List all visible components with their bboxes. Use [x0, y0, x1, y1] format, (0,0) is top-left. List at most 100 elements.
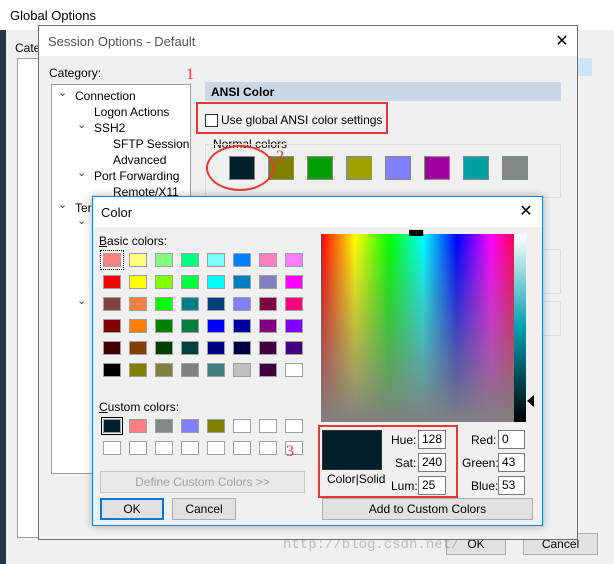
tree-item-advanced[interactable]: Advanced: [113, 153, 166, 167]
custom-color-swatch[interactable]: [155, 441, 173, 455]
tree-item-ssh2[interactable]: SSH2: [94, 121, 125, 135]
basic-color-swatch[interactable]: [181, 297, 199, 311]
basic-color-swatch[interactable]: [103, 297, 121, 311]
basic-color-swatch[interactable]: [100, 250, 124, 270]
tree-item-logon-actions[interactable]: Logon Actions: [94, 105, 169, 119]
basic-color-swatch[interactable]: [155, 253, 173, 267]
basic-color-swatch[interactable]: [103, 363, 121, 377]
color-ok-button[interactable]: OK: [100, 498, 164, 520]
green-input[interactable]: 43: [498, 453, 525, 472]
tree-item-connection[interactable]: Connection: [75, 89, 136, 103]
basic-color-swatch[interactable]: [259, 275, 277, 289]
basic-color-swatch[interactable]: [155, 319, 173, 333]
basic-color-swatch[interactable]: [155, 341, 173, 355]
tree-expander-sub1[interactable]: ⌄: [77, 214, 86, 227]
custom-color-swatch[interactable]: [101, 417, 123, 435]
basic-color-swatch[interactable]: [233, 275, 251, 289]
normal-color-swatch[interactable]: [424, 156, 450, 180]
custom-color-swatch[interactable]: [285, 419, 303, 433]
custom-color-swatch[interactable]: [259, 419, 277, 433]
basic-color-swatch[interactable]: [285, 275, 303, 289]
custom-color-swatch[interactable]: [103, 441, 121, 455]
custom-color-swatch[interactable]: [207, 419, 225, 433]
custom-color-swatch[interactable]: [207, 441, 225, 455]
luminance-slider[interactable]: [514, 234, 526, 422]
basic-color-swatch[interactable]: [129, 253, 147, 267]
basic-color-swatch[interactable]: [181, 253, 199, 267]
normal-color-swatch[interactable]: [463, 156, 489, 180]
custom-color-swatch[interactable]: [129, 441, 147, 455]
basic-color-swatch[interactable]: [207, 319, 225, 333]
blue-label: Blue:: [471, 479, 499, 493]
custom-color-swatch[interactable]: [155, 419, 173, 433]
normal-color-swatch[interactable]: [385, 156, 411, 180]
basic-color-swatch[interactable]: [259, 363, 277, 377]
basic-color-swatch[interactable]: [155, 363, 173, 377]
tree-expander-sub2[interactable]: ⌄: [77, 294, 86, 307]
basic-color-swatch[interactable]: [233, 297, 251, 311]
define-custom-colors-button: Define Custom Colors >>: [100, 471, 305, 493]
basic-color-swatch[interactable]: [181, 363, 199, 377]
global-category-tree[interactable]: [17, 58, 39, 538]
basic-color-swatch[interactable]: [181, 341, 199, 355]
basic-color-swatch[interactable]: [207, 253, 225, 267]
basic-color-swatch[interactable]: [285, 363, 303, 377]
basic-color-swatch[interactable]: [103, 275, 121, 289]
color-dialog-close-button[interactable]: ✕: [511, 198, 541, 226]
basic-color-swatch[interactable]: [207, 363, 225, 377]
tree-expander-ssh2[interactable]: ⌄: [77, 118, 86, 131]
basic-color-swatch[interactable]: [233, 363, 251, 377]
basic-color-swatch[interactable]: [233, 341, 251, 355]
color-cancel-button[interactable]: Cancel: [172, 498, 236, 520]
normal-color-swatch[interactable]: [307, 156, 333, 180]
ansi-color-header: ANSI Color: [205, 82, 561, 101]
basic-color-swatch[interactable]: [155, 297, 173, 311]
basic-color-swatch[interactable]: [259, 341, 277, 355]
basic-color-swatch[interactable]: [129, 319, 147, 333]
tree-expander-connection[interactable]: ⌄: [58, 86, 67, 99]
basic-color-swatch[interactable]: [129, 275, 147, 289]
annotation-box-color-values: [318, 425, 458, 498]
custom-color-swatch[interactable]: [181, 419, 199, 433]
tree-item-port-forwarding[interactable]: Port Forwarding: [94, 169, 179, 183]
basic-color-swatch[interactable]: [155, 275, 173, 289]
basic-color-swatch[interactable]: [285, 253, 303, 267]
red-input[interactable]: 0: [498, 430, 525, 449]
tree-expander-port-forwarding[interactable]: ⌄: [77, 166, 86, 179]
session-close-button[interactable]: ✕: [547, 28, 577, 56]
basic-color-swatch[interactable]: [129, 341, 147, 355]
add-to-custom-colors-button[interactable]: Add to Custom Colors: [322, 498, 533, 520]
custom-color-swatch[interactable]: [233, 419, 251, 433]
normal-color-swatch[interactable]: [502, 156, 528, 180]
color-spectrum[interactable]: [321, 234, 525, 422]
tree-expander-terminal[interactable]: ⌄: [58, 198, 67, 211]
basic-color-swatch[interactable]: [103, 341, 121, 355]
basic-color-swatch[interactable]: [259, 297, 277, 311]
basic-color-swatch[interactable]: [285, 341, 303, 355]
basic-color-swatch[interactable]: [233, 319, 251, 333]
global-options-title: Global Options: [10, 8, 96, 23]
basic-color-swatch[interactable]: [233, 253, 251, 267]
custom-color-swatch[interactable]: [181, 441, 199, 455]
basic-color-swatch[interactable]: [259, 319, 277, 333]
session-options-title: Session Options - Default: [48, 34, 196, 49]
basic-color-swatch[interactable]: [207, 275, 225, 289]
luminance-arrow-icon[interactable]: [527, 395, 534, 407]
basic-color-swatch[interactable]: [285, 319, 303, 333]
basic-color-swatch[interactable]: [129, 297, 147, 311]
basic-color-swatch[interactable]: [207, 341, 225, 355]
normal-color-swatch[interactable]: [346, 156, 372, 180]
basic-color-swatch[interactable]: [207, 297, 225, 311]
blue-input[interactable]: 53: [498, 476, 525, 495]
custom-color-swatch[interactable]: [259, 441, 277, 455]
tree-item-sftp-session[interactable]: SFTP Session: [113, 137, 189, 151]
basic-color-swatch[interactable]: [103, 319, 121, 333]
custom-color-swatch[interactable]: [129, 419, 147, 433]
red-label: Red:: [471, 433, 497, 447]
basic-color-swatch[interactable]: [285, 297, 303, 311]
basic-color-swatch[interactable]: [181, 319, 199, 333]
basic-color-swatch[interactable]: [181, 275, 199, 289]
basic-color-swatch[interactable]: [129, 363, 147, 377]
basic-color-swatch[interactable]: [259, 253, 277, 267]
custom-color-swatch[interactable]: [233, 441, 251, 455]
